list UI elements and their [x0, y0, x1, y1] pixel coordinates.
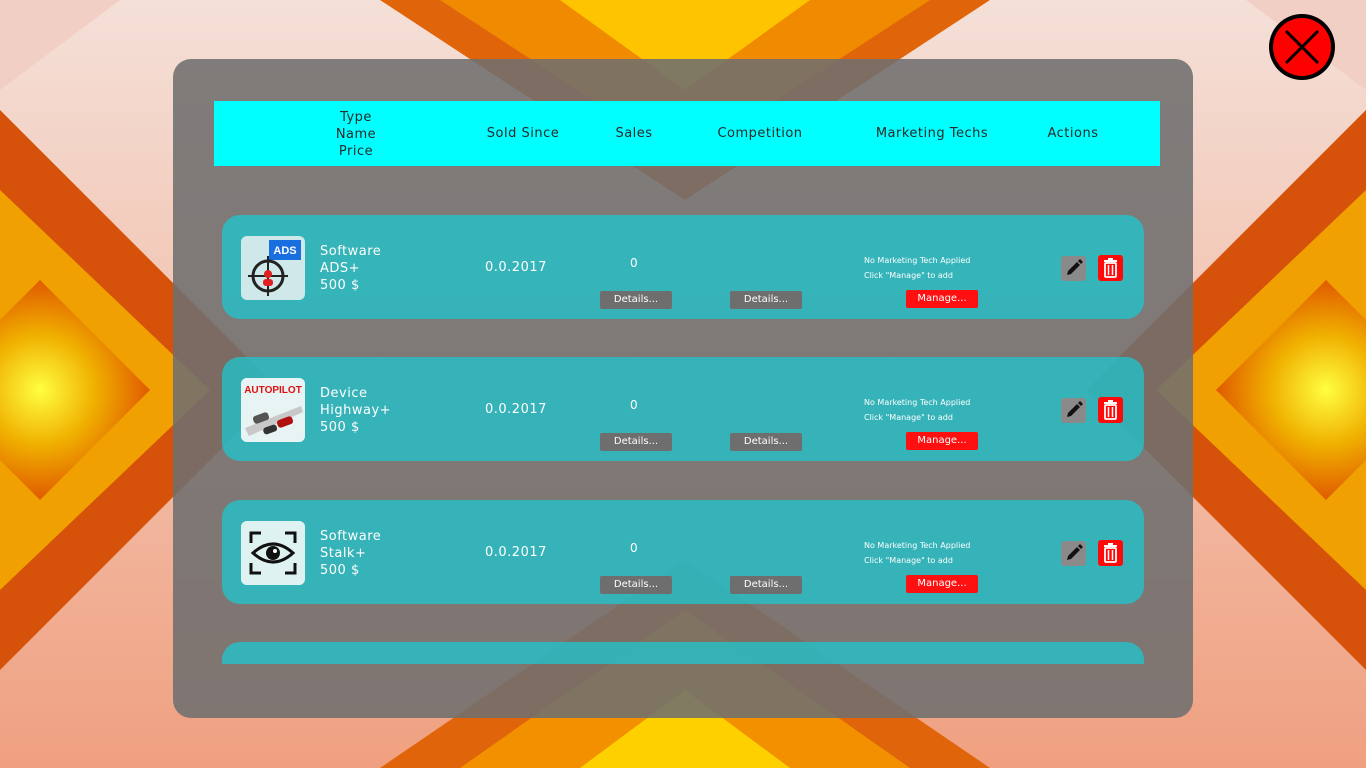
product-price: 500 $ [320, 563, 360, 578]
manage-button[interactable]: Manage... [906, 432, 978, 450]
sales-value: 0 [630, 398, 638, 412]
header-type-name-price: Type Name Price [336, 109, 376, 160]
marketing-status: No Marketing Tech Applied [864, 398, 971, 407]
marketing-hint: Click "Manage" to add [864, 271, 953, 280]
delete-button[interactable] [1098, 255, 1123, 281]
competition-details-button[interactable]: Details... [730, 576, 802, 594]
product-name: Highway+ [320, 403, 392, 418]
product-info: Software Stalk+ 500 $ [320, 528, 381, 579]
trash-icon [1104, 258, 1117, 278]
product-row: AUTOPILOT Device Highway+ 500 $ 0.0.2017… [222, 357, 1144, 461]
products-panel: ADS Software ADS+ 500 $ 0.0.2017 0 Detai… [173, 59, 1193, 718]
autopilot-logo-text: AUTOPILOT [244, 385, 302, 396]
edit-button[interactable] [1061, 256, 1086, 281]
delete-button[interactable] [1098, 540, 1123, 566]
product-row-partial [222, 642, 1144, 664]
ads-target-icon: ADS [241, 236, 305, 300]
table-header: Type Name Price Sold Since Sales Competi… [214, 101, 1160, 166]
product-price: 500 $ [320, 278, 360, 293]
eye-scan-icon [241, 521, 305, 585]
marketing-info: No Marketing Tech Applied Click "Manage"… [864, 395, 970, 425]
sales-value: 0 [630, 256, 638, 270]
manage-button[interactable]: Manage... [906, 290, 978, 308]
marketing-hint: Click "Manage" to add [864, 413, 953, 422]
sold-since-value: 0.0.2017 [485, 402, 547, 417]
sales-details-button[interactable]: Details... [600, 291, 672, 309]
header-price: Price [338, 144, 374, 159]
competition-details-button[interactable]: Details... [730, 433, 802, 451]
sales-value: 0 [630, 541, 638, 555]
product-type: Software [320, 529, 382, 544]
marketing-info: No Marketing Tech Applied Click "Manage"… [864, 538, 970, 568]
sold-since-value: 0.0.2017 [485, 260, 547, 275]
close-x-icon [1284, 29, 1320, 65]
marketing-hint: Click "Manage" to add [864, 556, 953, 565]
trash-icon [1104, 543, 1117, 563]
product-info: Software ADS+ 500 $ [320, 243, 381, 294]
marketing-status: No Marketing Tech Applied [864, 256, 971, 265]
marketing-status: No Marketing Tech Applied [864, 541, 971, 550]
delete-button[interactable] [1098, 397, 1123, 423]
header-sold-since: Sold Since [486, 126, 560, 141]
edit-button[interactable] [1061, 398, 1086, 423]
header-sales: Sales [615, 126, 653, 141]
pencil-icon [1067, 401, 1083, 417]
manage-button[interactable]: Manage... [906, 575, 978, 593]
autopilot-car-icon: AUTOPILOT [241, 378, 305, 442]
trash-icon [1104, 400, 1117, 420]
product-row: Software Stalk+ 500 $ 0.0.2017 0 Details… [222, 500, 1144, 604]
product-type: Software [320, 244, 382, 259]
product-name: ADS+ [320, 261, 361, 276]
edit-button[interactable] [1061, 541, 1086, 566]
product-type: Device [320, 386, 368, 401]
product-info: Device Highway+ 500 $ [320, 385, 391, 436]
product-row: ADS Software ADS+ 500 $ 0.0.2017 0 Detai… [222, 215, 1144, 319]
header-marketing-techs: Marketing Techs [875, 126, 989, 141]
close-button[interactable] [1269, 14, 1335, 80]
header-type: Type [340, 110, 372, 125]
product-name: Stalk+ [320, 546, 367, 561]
ads-logo-text: ADS [273, 245, 296, 257]
pencil-icon [1067, 544, 1083, 560]
header-competition: Competition [717, 126, 803, 141]
sold-since-value: 0.0.2017 [485, 545, 547, 560]
pencil-icon [1067, 259, 1083, 275]
header-name: Name [335, 127, 377, 142]
competition-details-button[interactable]: Details... [730, 291, 802, 309]
sales-details-button[interactable]: Details... [600, 576, 672, 594]
header-actions: Actions [1047, 126, 1099, 141]
sales-details-button[interactable]: Details... [600, 433, 672, 451]
product-price: 500 $ [320, 420, 360, 435]
marketing-info: No Marketing Tech Applied Click "Manage"… [864, 253, 970, 283]
